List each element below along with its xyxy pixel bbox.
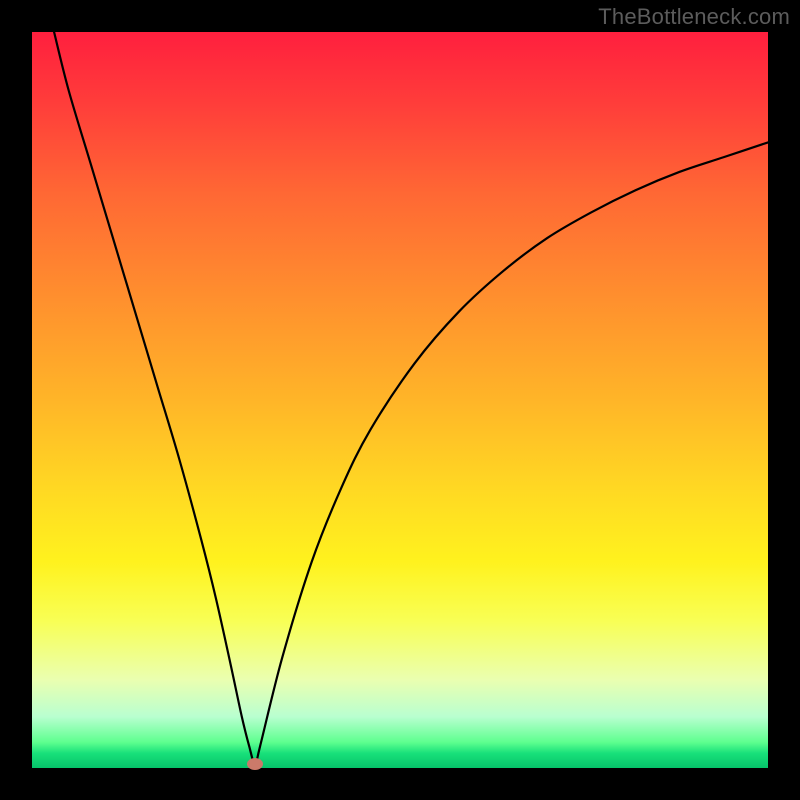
bottleneck-curve-path	[54, 32, 768, 764]
chart-frame: TheBottleneck.com	[0, 0, 800, 800]
curve-svg	[32, 32, 768, 768]
attribution-label: TheBottleneck.com	[598, 4, 790, 30]
plot-area	[32, 32, 768, 768]
minimum-marker	[247, 758, 263, 770]
